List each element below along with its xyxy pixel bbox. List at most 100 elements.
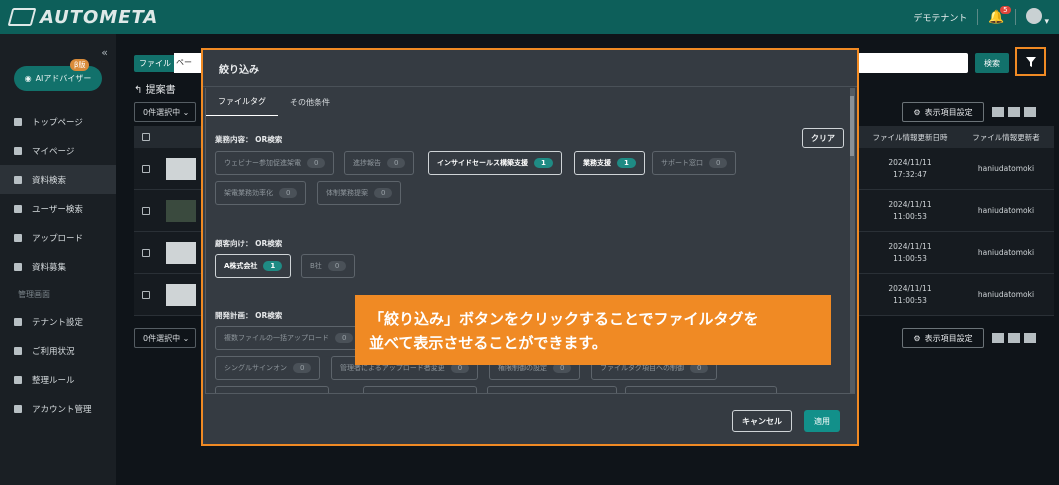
updated-by: haniudatomoki [977,205,1035,215]
tab-other-conditions[interactable]: その他条件 [278,88,342,116]
sidebar-item-upload[interactable]: アップロード [0,223,116,252]
sidebar-item-label: 資料検索 [32,175,67,186]
bulk-select-dropdown-bottom[interactable]: 0件選択中 ⌄ [134,328,196,348]
column-header[interactable]: ファイル情報更新者 [958,132,1054,143]
file-thumbnail[interactable] [166,157,196,180]
cancel-button[interactable]: キャンセル [732,410,792,432]
row-checkbox[interactable] [142,164,150,173]
bulk-select-dropdown[interactable]: 0件選択中 ⌄ [134,102,196,122]
apply-button[interactable]: 適用 [804,410,840,432]
select-all-checkbox[interactable] [142,133,150,141]
scrollbar-thumb[interactable] [850,96,854,156]
sidebar-item-rules[interactable]: 整理ルール [0,365,116,394]
tag-chip-selected[interactable]: 業務支援 1 [574,151,645,175]
sidebar-nav: トップページ マイページ 資料検索 ユーザー検索 アップロード 資料募集 管理画… [0,107,116,423]
tag-label: ウェビナー参加促進架電 [224,159,301,167]
file-type-select[interactable]: ペー [174,53,204,73]
tag-chip-partial[interactable] [487,386,617,393]
column-header[interactable]: ファイル情報更新日時 [862,132,958,143]
tag-count: 0 [327,261,347,271]
tag-chip-partial[interactable] [215,386,329,393]
collapse-sidebar-icon[interactable]: « [101,46,108,59]
beta-badge: β版 [70,59,90,71]
tag-label: サポート窓口 [661,159,703,167]
tag-label: A株式会社 [224,262,258,270]
tag-chip[interactable]: サポート窓口 0 [652,151,737,175]
gear-icon: ⚙ [913,107,921,117]
robot-icon: ◉ [24,74,32,83]
sidebar-item-usage[interactable]: ご利用状況 [0,336,116,365]
brand-name: AUTOMETA [40,6,159,28]
building-icon [14,317,22,326]
filter-icon [1025,56,1036,67]
tenant-name[interactable]: デモテナント [913,11,967,24]
filter-modal: 絞り込み ファイルタグ その他条件 クリア 業務内容： OR検索 ウェビナー参加… [201,48,859,446]
sidebar-item-tenant[interactable]: テナント設定 [0,307,116,336]
tag-label: 複数ファイルの一括アップロード [224,334,329,342]
row-checkbox[interactable] [142,290,150,299]
row-checkbox[interactable] [142,206,150,215]
sidebar-item-doc-search[interactable]: 資料検索 [0,165,116,194]
sidebar-item-mypage[interactable]: マイページ [0,136,116,165]
file-thumbnail[interactable] [166,241,196,264]
tag-chip[interactable]: B社 0 [301,254,356,278]
tag-label: 架電業務効率化 [224,189,273,197]
column-settings-button-bottom[interactable]: ⚙ 表示項目設定 [902,328,984,348]
user-menu[interactable]: ▾ [1025,7,1049,27]
tag-chip-partial[interactable] [625,386,777,393]
tag-count: 1 [263,261,283,271]
tab-file-tags[interactable]: ファイルタグ [206,88,278,116]
tag-chip-partial[interactable] [363,386,477,393]
search-button[interactable]: 検索 [975,53,1009,73]
tag-chip[interactable]: ウェビナー参加促進架電 0 [215,151,335,175]
list-view-icon[interactable] [992,333,1004,343]
updated-by: haniudatomoki [977,247,1035,257]
breadcrumb: ↰ 提案書 [134,81,176,96]
admin-section-label: 管理画面 [18,289,50,299]
file-filter-label: ファイル [134,55,176,72]
page-title: 提案書 [145,85,176,96]
list-view-icon[interactable] [992,107,1004,117]
tag-chip[interactable]: シングルサインオン 0 [215,356,321,380]
divider [977,9,979,25]
back-arrow-icon[interactable]: ↰ [134,85,142,96]
sidebar-item-label: ユーザー検索 [32,204,83,215]
id-card-icon [14,404,22,413]
document-search-icon [14,175,22,184]
file-thumbnail[interactable] [166,199,196,222]
ai-advisor-button[interactable]: ◉ AIアドバイザー [14,66,102,91]
sidebar-item-top[interactable]: トップページ [0,107,116,136]
tag-chip[interactable]: 架電業務効率化 0 [215,181,307,205]
home-icon [14,117,22,126]
updated-date: 2024/11/11 [888,283,932,293]
updated-time: 11:00:53 [893,211,927,221]
filter-button[interactable] [1015,47,1046,76]
bell-icon[interactable]: 🔔 5 [988,5,1011,25]
file-thumbnail[interactable] [166,283,196,306]
sidebar-item-label: ご利用状況 [32,346,75,357]
logo[interactable]: AUTOMETA [7,6,159,28]
tag-count: 0 [387,158,406,168]
bulk-select-label: 0件選択中 [143,333,181,343]
modal-scrollbar[interactable] [850,88,854,393]
tag-count: 0 [279,188,298,198]
tag-chip-selected[interactable]: インサイドセールス構築支援 1 [428,151,562,175]
row-checkbox[interactable] [142,248,150,257]
clear-button[interactable]: クリア [802,128,844,148]
grid-view-icon[interactable] [1008,107,1020,117]
tag-chip-selected[interactable]: A株式会社 1 [215,254,292,278]
sidebar-item-account[interactable]: アカウント管理 [0,394,116,423]
tile-view-icon[interactable] [1024,333,1036,343]
top-bar: AUTOMETA デモテナント 🔔 5 ▾ [0,0,1059,34]
tile-view-icon[interactable] [1024,107,1036,117]
search-input[interactable] [858,53,968,73]
sidebar-item-user-search[interactable]: ユーザー検索 [0,194,116,223]
grid-view-icon[interactable] [1008,333,1020,343]
section-label-dev: 開発計画： OR検索 [215,311,283,320]
tag-chip[interactable]: 複数ファイルの一括アップロード 0 [215,326,363,350]
annotation-callout: 「絞り込み」ボタンをクリックすることでファイルタグを 並べて表示させることができ… [355,295,831,365]
tag-chip[interactable]: 進捗報告 0 [344,151,415,175]
tag-chip[interactable]: 体制業務提案 0 [317,181,402,205]
sidebar-item-recruit[interactable]: 資料募集 [0,252,116,281]
column-settings-button[interactable]: ⚙ 表示項目設定 [902,102,984,122]
